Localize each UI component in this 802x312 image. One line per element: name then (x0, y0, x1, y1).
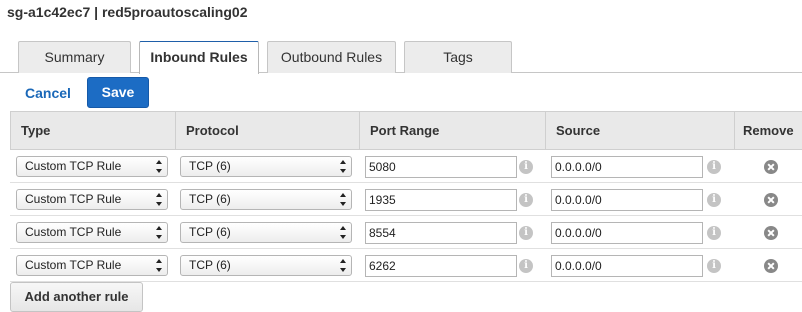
info-icon[interactable]: i (707, 160, 721, 174)
select-arrows-icon (340, 160, 346, 173)
table-header: Type Protocol Port Range Source Remove (10, 112, 802, 150)
type-select-value: Custom TCP Rule (25, 225, 122, 239)
protocol-select[interactable]: TCP (6) (180, 255, 352, 276)
protocol-select-value: TCP (6) (189, 258, 231, 272)
type-select[interactable]: Custom TCP Rule (16, 222, 168, 243)
save-button[interactable]: Save (87, 77, 149, 108)
remove-circle-icon[interactable] (764, 193, 778, 207)
column-header-remove: Remove (734, 112, 802, 150)
select-arrows-icon (340, 226, 346, 239)
info-icon[interactable]: i (707, 193, 721, 207)
type-select[interactable]: Custom TCP Rule (16, 189, 168, 210)
type-select-value: Custom TCP Rule (25, 258, 122, 272)
protocol-select[interactable]: TCP (6) (180, 156, 352, 177)
source-input[interactable]: 0.0.0.0/0 (551, 222, 703, 244)
tab-tags[interactable]: Tags (404, 41, 512, 73)
protocol-select-value: TCP (6) (189, 192, 231, 206)
info-icon[interactable]: i (707, 259, 721, 273)
column-header-source: Source (545, 112, 734, 150)
info-icon[interactable]: i (519, 226, 533, 240)
remove-circle-icon[interactable] (764, 160, 778, 174)
column-header-protocol: Protocol (175, 112, 359, 150)
select-arrows-icon (156, 226, 162, 239)
table-row: Custom TCP Rule TCP (6) 1935 i 0.0.0.0/0… (10, 183, 802, 216)
tab-summary[interactable]: Summary (18, 41, 131, 73)
protocol-select-value: TCP (6) (189, 225, 231, 239)
select-arrows-icon (156, 160, 162, 173)
column-header-type: Type (10, 112, 175, 150)
port-range-input[interactable]: 5080 (365, 156, 517, 178)
info-icon[interactable]: i (519, 193, 533, 207)
cancel-button[interactable]: Cancel (25, 85, 71, 101)
info-icon[interactable]: i (519, 160, 533, 174)
source-input[interactable]: 0.0.0.0/0 (551, 189, 703, 211)
tab-inbound-rules[interactable]: Inbound Rules (139, 41, 259, 74)
protocol-select[interactable]: TCP (6) (180, 189, 352, 210)
type-select[interactable]: Custom TCP Rule (16, 255, 168, 276)
port-range-input[interactable]: 8554 (365, 222, 517, 244)
source-input[interactable]: 0.0.0.0/0 (551, 255, 703, 277)
protocol-select[interactable]: TCP (6) (180, 222, 352, 243)
select-arrows-icon (340, 259, 346, 272)
select-arrows-icon (340, 193, 346, 206)
protocol-select-value: TCP (6) (189, 159, 231, 173)
select-arrows-icon (156, 259, 162, 272)
table-row: Custom TCP Rule TCP (6) 6262 i 0.0.0.0/0… (10, 249, 802, 282)
add-another-rule-button[interactable]: Add another rule (10, 282, 143, 312)
type-select-value: Custom TCP Rule (25, 192, 122, 206)
remove-circle-icon[interactable] (764, 226, 778, 240)
info-icon[interactable]: i (519, 259, 533, 273)
table-row: Custom TCP Rule TCP (6) 8554 i 0.0.0.0/0… (10, 216, 802, 249)
remove-circle-icon[interactable] (764, 259, 778, 273)
security-group-title: sg-a1c42ec7 | red5proautoscaling02 (7, 4, 248, 20)
port-range-input[interactable]: 1935 (365, 189, 517, 211)
tab-bar: Summary Inbound Rules Outbound Rules Tag… (0, 41, 802, 74)
column-header-port-range: Port Range (359, 112, 545, 150)
tab-outbound-rules[interactable]: Outbound Rules (267, 41, 396, 73)
source-input[interactable]: 0.0.0.0/0 (551, 156, 703, 178)
type-select-value: Custom TCP Rule (25, 159, 122, 173)
type-select[interactable]: Custom TCP Rule (16, 156, 168, 177)
table-row: Custom TCP Rule TCP (6) 5080 i 0.0.0.0/0… (10, 150, 802, 183)
inbound-rules-table: Type Protocol Port Range Source Remove C… (10, 111, 802, 282)
port-range-input[interactable]: 6262 (365, 255, 517, 277)
info-icon[interactable]: i (707, 226, 721, 240)
select-arrows-icon (156, 193, 162, 206)
